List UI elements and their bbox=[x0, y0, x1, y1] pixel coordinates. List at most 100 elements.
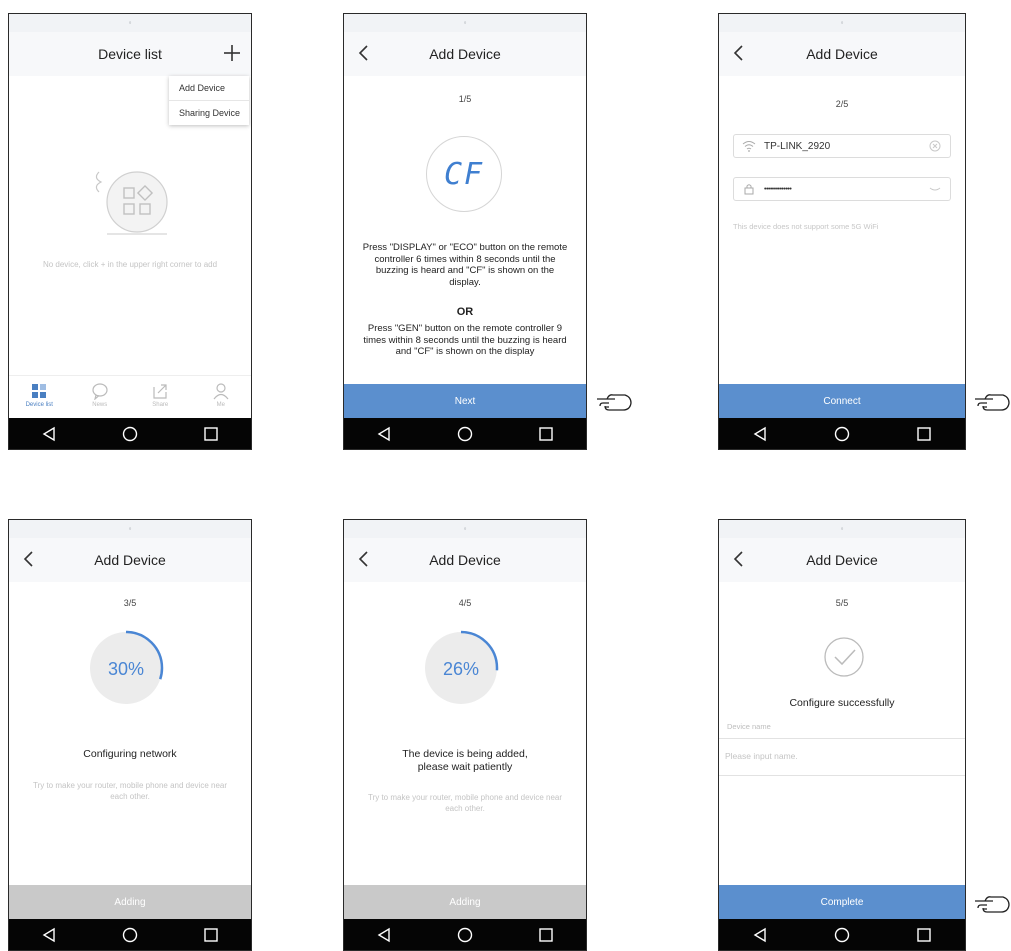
back-triangle-icon[interactable] bbox=[374, 925, 394, 945]
chat-bubble-icon bbox=[92, 383, 108, 400]
back-chevron-icon[interactable] bbox=[352, 40, 376, 66]
home-circle-icon[interactable] bbox=[455, 925, 475, 945]
back-chevron-icon[interactable] bbox=[352, 546, 376, 572]
tab-label: Me bbox=[216, 402, 225, 408]
page-title: Add Device bbox=[806, 46, 878, 62]
home-circle-icon[interactable] bbox=[120, 925, 140, 945]
grid-icon bbox=[32, 384, 47, 398]
menu-item-add-device[interactable]: Add Device bbox=[169, 76, 249, 101]
back-triangle-icon[interactable] bbox=[39, 925, 59, 945]
back-chevron-icon[interactable] bbox=[727, 546, 751, 572]
recents-square-icon[interactable] bbox=[914, 925, 934, 945]
tip-text: Try to make your router, mobile phone an… bbox=[32, 781, 228, 801]
android-nav-bar bbox=[9, 418, 251, 449]
tab-label: Device list bbox=[25, 402, 53, 408]
progress-ring: 30% bbox=[88, 630, 164, 706]
back-triangle-icon[interactable] bbox=[39, 424, 59, 444]
wifi-name-field[interactable]: TP-LINK_2920 bbox=[733, 134, 951, 158]
back-triangle-icon[interactable] bbox=[750, 925, 770, 945]
app-bar: Add Device bbox=[719, 538, 965, 582]
app-bar: Add Device bbox=[9, 538, 251, 582]
pointing-hand-icon bbox=[975, 896, 1010, 913]
android-nav-bar bbox=[719, 418, 965, 449]
next-button[interactable]: Next bbox=[344, 384, 586, 418]
adding-button: Adding bbox=[9, 885, 251, 919]
tab-label: Share bbox=[152, 402, 169, 408]
status-line-1: The device is being added, bbox=[402, 748, 528, 760]
device-name-label: Device name bbox=[727, 722, 771, 731]
recents-square-icon[interactable] bbox=[201, 925, 221, 945]
or-separator: OR bbox=[456, 306, 474, 318]
plus-icon[interactable] bbox=[219, 40, 245, 66]
person-icon bbox=[213, 383, 229, 400]
pointing-hand-icon bbox=[975, 394, 1010, 411]
app-bar: Add Device bbox=[344, 32, 586, 76]
tab-me[interactable]: Me bbox=[191, 376, 252, 418]
app-bar: Add Device bbox=[719, 32, 965, 76]
home-circle-icon[interactable] bbox=[120, 424, 140, 444]
recents-square-icon[interactable] bbox=[536, 424, 556, 444]
connect-button[interactable]: Connect bbox=[719, 384, 965, 418]
phone-screen-step-3: ◦ Add Device 3/5 30% Configuring network… bbox=[8, 519, 252, 951]
instruction-text-1: Press "DISPLAY" or "ECO" button on the r… bbox=[362, 242, 568, 288]
back-chevron-icon[interactable] bbox=[727, 40, 751, 66]
display-code-circle: CF bbox=[426, 136, 502, 212]
recents-square-icon[interactable] bbox=[536, 925, 556, 945]
home-circle-icon[interactable] bbox=[455, 424, 475, 444]
check-circle-icon bbox=[824, 637, 864, 677]
phone-screen-step-5: ◦ Add Device 5/5 Configure successfully … bbox=[718, 519, 966, 951]
tab-device-list[interactable]: Device list bbox=[9, 376, 70, 418]
app-bar: Device list bbox=[9, 32, 251, 76]
wifi-name-value: TP-LINK_2920 bbox=[764, 140, 831, 152]
tip-text: Try to make your router, mobile phone an… bbox=[367, 793, 563, 813]
display-code: CF bbox=[443, 156, 485, 192]
empty-state-text: No device, click + in the upper right co… bbox=[42, 260, 218, 269]
device-name-placeholder: Please input name. bbox=[725, 751, 798, 761]
password-field[interactable]: •••••••••••••• bbox=[733, 177, 951, 201]
app-bar: Add Device bbox=[344, 538, 586, 582]
android-nav-bar bbox=[719, 919, 965, 950]
eye-closed-icon[interactable] bbox=[928, 182, 942, 196]
android-nav-bar bbox=[344, 919, 586, 950]
page-title: Add Device bbox=[806, 552, 878, 568]
phone-screen-step-2: ◦ Add Device 2/5 TP-LINK_2920 ••••••••••… bbox=[718, 13, 966, 450]
password-value: •••••••••••••• bbox=[764, 185, 792, 193]
progress-ring: 26% bbox=[423, 630, 499, 706]
home-circle-icon[interactable] bbox=[832, 925, 852, 945]
android-nav-bar bbox=[344, 418, 586, 449]
status-bar: ◦ bbox=[719, 14, 965, 32]
recents-square-icon[interactable] bbox=[201, 424, 221, 444]
phone-screen-step-4: ◦ Add Device 4/5 26% The device is being… bbox=[343, 519, 587, 951]
clear-circle-icon[interactable] bbox=[928, 139, 942, 153]
share-icon bbox=[153, 384, 167, 399]
menu-item-sharing-device[interactable]: Sharing Device bbox=[169, 101, 249, 125]
android-nav-bar bbox=[9, 919, 251, 950]
home-circle-icon[interactable] bbox=[832, 424, 852, 444]
status-text: Configuring network bbox=[83, 748, 177, 760]
step-indicator: 4/5 bbox=[458, 598, 472, 608]
add-menu: Add Device Sharing Device bbox=[169, 76, 249, 125]
back-chevron-icon[interactable] bbox=[17, 546, 41, 572]
status-text: The device is being added, please wait p… bbox=[344, 748, 586, 774]
step-indicator: 1/5 bbox=[458, 94, 472, 104]
tab-share[interactable]: Share bbox=[130, 376, 191, 418]
wifi-hint-text: This device does not support some 5G WiF… bbox=[733, 222, 879, 231]
recents-square-icon[interactable] bbox=[914, 424, 934, 444]
phone-screen-device-list: ◦ Device list Add Device Sharing Device … bbox=[8, 13, 252, 450]
device-name-input[interactable]: Please input name. bbox=[719, 738, 965, 776]
tab-news[interactable]: News bbox=[70, 376, 131, 418]
page-title: Device list bbox=[98, 46, 162, 62]
status-line-2: please wait patiently bbox=[417, 761, 513, 773]
back-triangle-icon[interactable] bbox=[750, 424, 770, 444]
status-bar: ◦ bbox=[9, 520, 251, 538]
complete-button[interactable]: Complete bbox=[719, 885, 965, 919]
back-triangle-icon[interactable] bbox=[374, 424, 394, 444]
phone-screen-step-1: ◦ Add Device 1/5 CF Press "DISPLAY" or "… bbox=[343, 13, 587, 450]
progress-label: 30% bbox=[108, 659, 144, 679]
status-bar: ◦ bbox=[344, 520, 586, 538]
page-title: Add Device bbox=[429, 552, 501, 568]
status-bar: ◦ bbox=[719, 520, 965, 538]
pointing-hand-icon bbox=[597, 394, 632, 411]
step-indicator: 5/5 bbox=[835, 598, 849, 608]
empty-device-illustration bbox=[95, 171, 168, 235]
